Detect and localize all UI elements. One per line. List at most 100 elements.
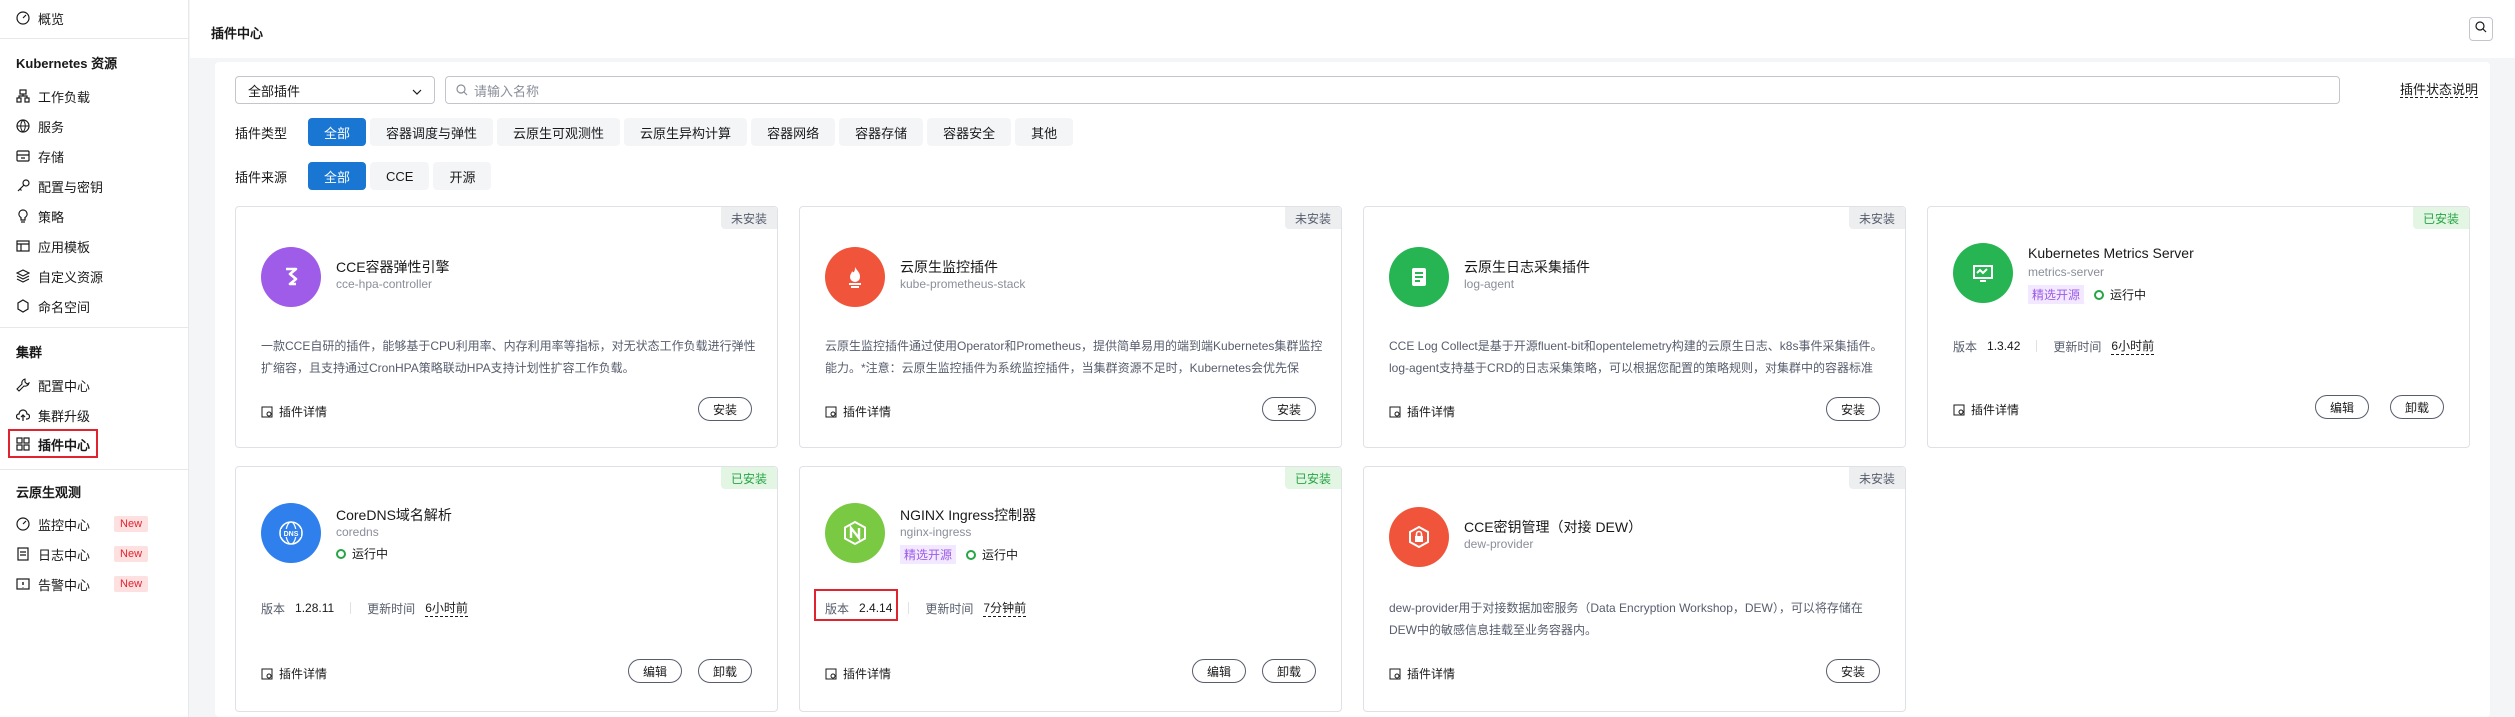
dns-icon: DNS bbox=[261, 503, 321, 563]
plugin-meta: 版本 1.3.42 更新时间 6小时前 bbox=[1953, 337, 2155, 355]
group-title-observe: 云原生观测 bbox=[16, 485, 82, 500]
plugin-detail-link[interactable]: 插件详情 bbox=[1389, 665, 1455, 682]
type-chip-security[interactable]: 容器安全 bbox=[927, 118, 1012, 146]
source-chip-cce[interactable]: CCE bbox=[370, 162, 430, 190]
uninstall-button[interactable]: 卸载 bbox=[1261, 659, 1316, 683]
detail-label: 插件详情 bbox=[1407, 405, 1456, 419]
search-input[interactable]: 请输入名称 bbox=[445, 76, 2340, 104]
plugin-description: CCE Log Collect是基于开源fluent-bit和opentelem… bbox=[1389, 339, 1883, 375]
plugin-name: CCE容器弹性引擎 bbox=[336, 259, 450, 275]
plugin-detail-link[interactable]: 插件详情 bbox=[1953, 401, 2019, 418]
key-icon bbox=[16, 179, 30, 193]
plugin-detail-link[interactable]: 插件详情 bbox=[261, 403, 327, 420]
running-status-icon bbox=[336, 548, 346, 559]
plugin-detail-link[interactable]: 插件详情 bbox=[825, 403, 891, 420]
detail-label: 插件详情 bbox=[1971, 403, 2020, 417]
plugin-detail-link[interactable]: 插件详情 bbox=[825, 665, 891, 682]
status-tag: 未安装 bbox=[720, 207, 777, 229]
sidebar-item-cluster-upgrade[interactable]: 集群升级 bbox=[0, 400, 189, 430]
running-label: 运行中 bbox=[352, 547, 389, 561]
install-button[interactable]: 安装 bbox=[1261, 397, 1316, 421]
plugin-status: 精选开源 运行中 bbox=[900, 545, 1018, 564]
install-button[interactable]: 安装 bbox=[1825, 397, 1880, 421]
plugin-name: 云原生监控插件 bbox=[900, 259, 998, 275]
plugin-detail-link[interactable]: 插件详情 bbox=[261, 665, 327, 682]
detail-label: 插件详情 bbox=[1407, 667, 1456, 681]
install-button[interactable]: 安装 bbox=[697, 397, 752, 421]
type-chip-storage[interactable]: 容器存储 bbox=[839, 118, 924, 146]
detail-icon bbox=[1389, 668, 1401, 680]
divider bbox=[350, 602, 352, 614]
new-badge: New bbox=[114, 516, 149, 532]
workload-icon bbox=[16, 89, 30, 103]
type-chip-all[interactable]: 全部 bbox=[308, 118, 367, 146]
edit-button[interactable]: 编辑 bbox=[2314, 395, 2369, 419]
search-placeholder: 请输入名称 bbox=[474, 83, 540, 99]
sidebar-item-label: 自定义资源 bbox=[38, 269, 104, 285]
plugin-description: 一款CCE自研的插件，能够基于CPU利用率、内存利用率等指标，对无状态工作负载进… bbox=[261, 339, 756, 375]
update-time-label: 更新时间 bbox=[925, 601, 974, 616]
new-badge: New bbox=[114, 546, 149, 562]
search-button[interactable] bbox=[2469, 17, 2493, 41]
page-title: 插件中心 bbox=[211, 26, 264, 41]
globe-icon bbox=[16, 119, 30, 133]
sidebar-item-label: 服务 bbox=[38, 119, 65, 135]
sidebar-item-label: 命名空间 bbox=[38, 299, 91, 315]
edit-button[interactable]: 编辑 bbox=[1191, 659, 1246, 683]
new-badge: New bbox=[114, 576, 149, 592]
plugin-name: 云原生日志采集插件 bbox=[1464, 259, 1590, 275]
sidebar-item-label: 监控中心 bbox=[38, 517, 91, 533]
plugin-card: 未安装 CCE密钥管理（对接 DEW） dew-provider dew-pro… bbox=[1363, 466, 1906, 712]
sidebar-item-config-secret[interactable]: 配置与密钥 bbox=[0, 171, 189, 201]
plugin-detail-link[interactable]: 插件详情 bbox=[1389, 403, 1455, 420]
template-icon bbox=[16, 239, 30, 253]
sidebar-item-policy[interactable]: 策略 bbox=[0, 201, 189, 231]
sidebar-item-custom-resource[interactable]: 自定义资源 bbox=[0, 261, 189, 291]
prometheus-icon bbox=[825, 247, 885, 307]
source-filter-label: 插件来源 bbox=[235, 169, 288, 185]
type-chip-network[interactable]: 容器网络 bbox=[751, 118, 836, 146]
source-filter-row: 插件来源 全部 CCE 开源 bbox=[235, 162, 495, 190]
sidebar-item-storage[interactable]: 存储 bbox=[0, 141, 189, 171]
running-status-icon bbox=[2094, 289, 2105, 300]
sidebar-item-monitor[interactable]: 监控中心 New bbox=[0, 509, 189, 539]
select-value: 全部插件 bbox=[248, 83, 301, 99]
edit-button[interactable]: 编辑 bbox=[627, 659, 682, 683]
type-chip-other[interactable]: 其他 bbox=[1015, 118, 1074, 146]
sidebar-item-label: 概览 bbox=[38, 11, 65, 27]
divider bbox=[0, 38, 189, 39]
layers-icon bbox=[16, 269, 30, 283]
update-time-value: 6小时前 bbox=[425, 601, 468, 617]
source-chip-all[interactable]: 全部 bbox=[308, 162, 367, 190]
sidebar-item-config-center[interactable]: 配置中心 bbox=[0, 370, 189, 400]
log-icon bbox=[1389, 247, 1449, 307]
alarm-icon bbox=[16, 577, 30, 591]
open-source-chip: 精选开源 bbox=[2028, 285, 2085, 304]
sidebar-item-overview[interactable]: 概览 bbox=[0, 3, 189, 33]
sidebar-item-label: 工作负载 bbox=[38, 89, 91, 105]
plugin-card: 未安装 云原生监控插件 kube-prometheus-stack 云原生监控插… bbox=[799, 206, 1342, 448]
detail-icon bbox=[1389, 406, 1401, 418]
divider bbox=[0, 469, 189, 470]
plugin-id: kube-prometheus-stack bbox=[900, 277, 1026, 291]
status-tag: 已安装 bbox=[720, 467, 777, 489]
source-chip-open-source[interactable]: 开源 bbox=[433, 162, 492, 190]
sidebar-item-namespace[interactable]: 命名空间 bbox=[0, 291, 189, 321]
uninstall-button[interactable]: 卸载 bbox=[2389, 395, 2444, 419]
sidebar-item-label: 应用模板 bbox=[38, 239, 91, 255]
sidebar-item-log[interactable]: 日志中心 New bbox=[0, 539, 189, 569]
plugin-card: 未安装 云原生日志采集插件 log-agent CCE Log Collect是… bbox=[1363, 206, 1906, 448]
sidebar-item-service[interactable]: 服务 bbox=[0, 111, 189, 141]
plugin-filter-select[interactable]: 全部插件 bbox=[235, 76, 435, 104]
plugin-status-link[interactable]: 插件状态说明 bbox=[2400, 82, 2479, 98]
sidebar-item-label: 配置与密钥 bbox=[38, 179, 104, 195]
install-button[interactable]: 安装 bbox=[1825, 659, 1880, 683]
uninstall-button[interactable]: 卸载 bbox=[697, 659, 752, 683]
type-chip-heterogeneous[interactable]: 云原生异构计算 bbox=[624, 118, 748, 146]
type-chip-scheduling[interactable]: 容器调度与弹性 bbox=[370, 118, 494, 146]
sidebar-item-alarm[interactable]: 告警中心 New bbox=[0, 569, 189, 599]
running-label: 运行中 bbox=[982, 548, 1019, 562]
type-chip-observability[interactable]: 云原生可观测性 bbox=[497, 118, 621, 146]
sidebar-item-app-template[interactable]: 应用模板 bbox=[0, 231, 189, 261]
sidebar-item-workload[interactable]: 工作负载 bbox=[0, 81, 189, 111]
